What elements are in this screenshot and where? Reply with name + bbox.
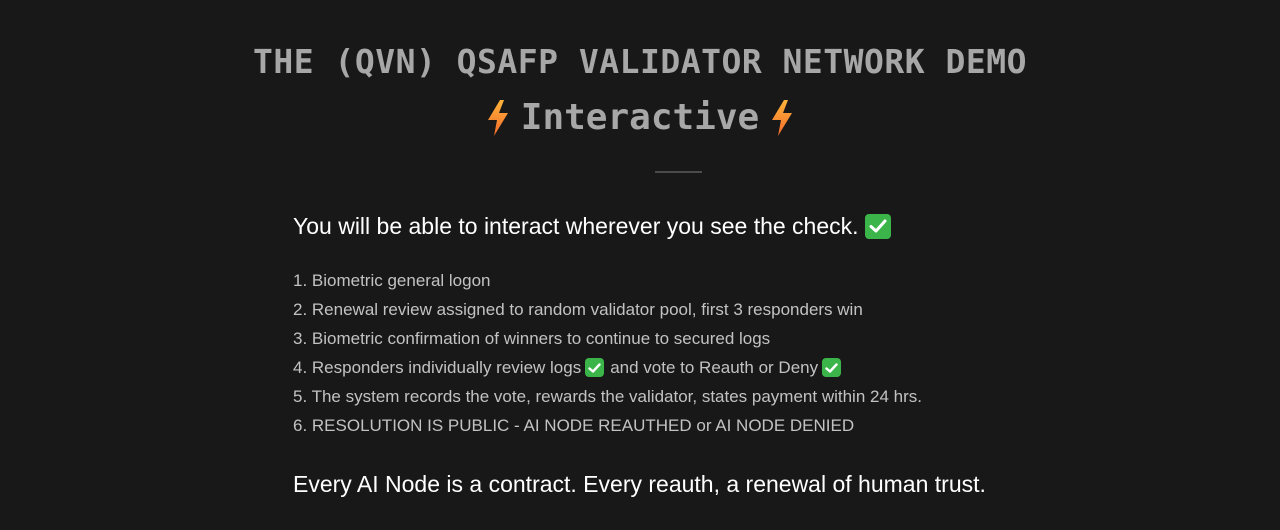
list-item: 6. RESOLUTION IS PUBLIC - AI NODE REAUTH… xyxy=(293,411,922,440)
list-item: 4. Responders individually review logs a… xyxy=(293,353,922,382)
step-text: 2. Renewal review assigned to random val… xyxy=(293,300,863,319)
steps-list: 1. Biometric general logon 2. Renewal re… xyxy=(293,266,922,440)
list-item: 1. Biometric general logon xyxy=(293,266,922,295)
check-mark-icon xyxy=(864,213,891,239)
lightning-bolt-icon xyxy=(772,100,793,136)
intro-text: You will be able to interact wherever yo… xyxy=(293,210,891,242)
step-text: 4. Responders individually review logs xyxy=(293,358,582,377)
page: THE (QVN) QSAFP VALIDATOR NETWORK DEMO I… xyxy=(0,0,1280,530)
list-item: 3. Biometric confirmation of winners to … xyxy=(293,324,922,353)
list-item: 2. Renewal review assigned to random val… xyxy=(293,295,922,324)
divider xyxy=(655,171,702,173)
step-text: and vote to Reauth or Deny xyxy=(610,358,819,377)
page-title: THE (QVN) QSAFP VALIDATOR NETWORK DEMO xyxy=(253,42,1027,81)
step-text: 3. Biometric confirmation of winners to … xyxy=(293,329,771,348)
lightning-bolt-icon xyxy=(487,100,508,136)
step-text: 6. RESOLUTION IS PUBLIC - AI NODE REAUTH… xyxy=(293,416,855,435)
review-logs-check-icon[interactable] xyxy=(585,358,605,377)
step-text: 5. The system records the vote, rewards … xyxy=(293,387,922,406)
page-subtitle: Interactive xyxy=(0,95,1280,141)
closing-statement: Every AI Node is a contract. Every reaut… xyxy=(293,471,986,497)
step-text: 1. Biometric general logon xyxy=(293,271,491,290)
vote-check-icon[interactable] xyxy=(822,358,842,377)
intro-label: You will be able to interact wherever yo… xyxy=(293,213,859,239)
subtitle-text: Interactive xyxy=(520,97,760,138)
list-item: 5. The system records the vote, rewards … xyxy=(293,382,922,411)
